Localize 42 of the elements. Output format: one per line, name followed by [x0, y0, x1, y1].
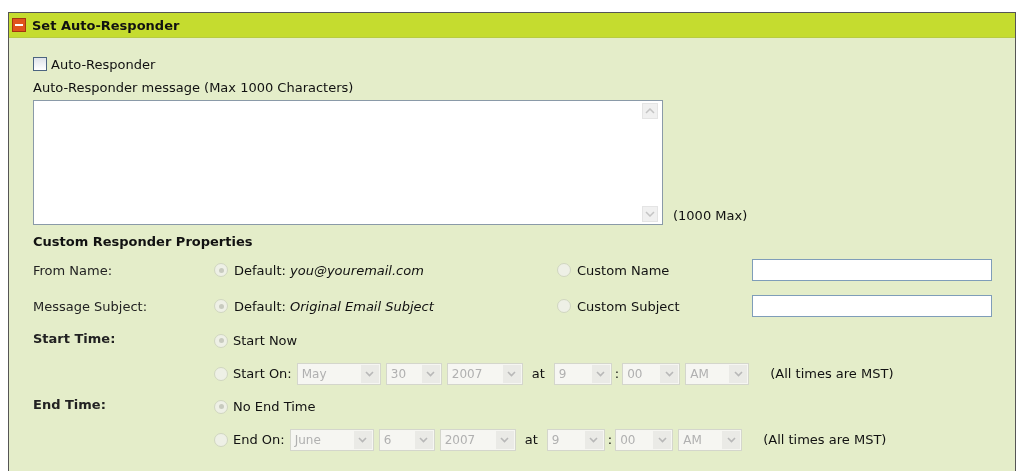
field-label: Start Time:: [33, 330, 117, 348]
chevron-down-icon: [421, 364, 440, 383]
chevron-down-icon: [360, 364, 379, 383]
checkbox-label: Auto-Responder: [51, 56, 156, 72]
minus-icon[interactable]: [12, 18, 26, 32]
at-label: at: [524, 432, 538, 447]
timezone-note: (All times are MST): [770, 366, 894, 381]
field-label: End Time:: [33, 396, 107, 414]
message-field[interactable]: [33, 100, 663, 225]
text-field[interactable]: [752, 259, 992, 281]
option-label: Custom Name: [577, 262, 670, 278]
chevron-down-icon: [722, 430, 741, 449]
option-label: Custom Subject: [577, 298, 680, 314]
scroll-up-icon[interactable]: [642, 103, 658, 119]
chevron-down-icon: [414, 430, 433, 449]
chevron-down-icon: [729, 364, 748, 383]
chevron-down-icon: [502, 364, 521, 383]
chevron-down-icon: [353, 430, 372, 449]
option-label: Start Now: [233, 333, 298, 348]
at-label: at: [531, 366, 545, 381]
chevron-down-icon: [591, 364, 610, 383]
option-label: End On:: [233, 432, 285, 447]
option-label: Start On:: [233, 366, 292, 381]
chevron-down-icon: [584, 430, 603, 449]
message-label: Auto-Responder message (Max 1000 Characters): [33, 80, 355, 97]
field-label: From Name:: [33, 262, 114, 278]
scroll-down-icon[interactable]: [642, 206, 658, 222]
chevron-down-icon: [495, 430, 514, 449]
section-heading: Custom Responder Properties: [33, 234, 254, 251]
option-label: No End Time: [233, 399, 316, 414]
field-label: Message Subject:: [33, 298, 149, 314]
checkbox[interactable]: [33, 57, 47, 71]
option-label: Default: Original Email Subject: [234, 298, 434, 314]
timezone-note: (All times are MST): [763, 432, 887, 447]
character-limit-note: (1000 Max): [673, 208, 748, 225]
chevron-down-icon: [660, 364, 679, 383]
chevron-down-icon: [653, 430, 672, 449]
colon-label: :: [614, 366, 620, 381]
option-label: Default: you@youremail.com: [234, 262, 424, 278]
colon-label: :: [607, 432, 613, 447]
text-field[interactable]: [752, 295, 992, 317]
panel-title: Set Auto-Responder: [32, 17, 180, 33]
